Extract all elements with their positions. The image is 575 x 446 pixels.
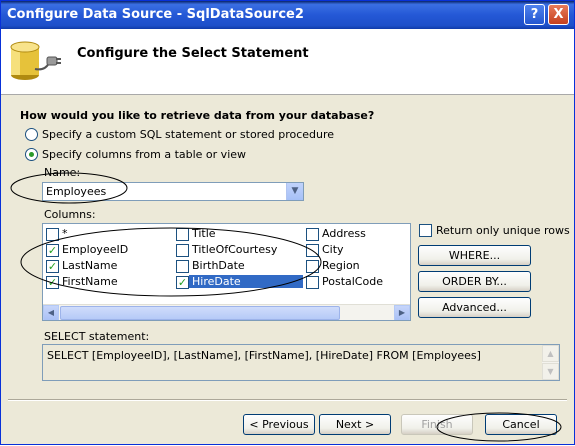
column-checkbox-address[interactable] xyxy=(306,228,319,241)
column-checkbox-titleofcourtesy[interactable] xyxy=(176,244,189,257)
table-columns-label[interactable]: Specify columns from a table or view xyxy=(42,148,246,161)
column-label[interactable]: TitleOfCourtesy xyxy=(192,243,277,256)
where-button[interactable]: WHERE... xyxy=(418,245,531,266)
unique-rows-checkbox[interactable] xyxy=(419,224,432,237)
column-checkbox-star[interactable] xyxy=(46,228,59,241)
scroll-thumb[interactable] xyxy=(60,306,340,320)
select-statement-box: SELECT [EmployeeID], [LastName], [FirstN… xyxy=(42,344,560,381)
column-label[interactable]: EmployeeID xyxy=(62,243,128,256)
columns-list[interactable]: * ✓ EmployeeID ✓ LastName ✓ FirstName Ti… xyxy=(42,223,411,321)
configure-data-source-dialog: Configure Data Source - SqlDataSource2 ?… xyxy=(0,0,575,445)
chevron-down-icon[interactable]: ▼ xyxy=(286,183,303,200)
cancel-button[interactable]: Cancel xyxy=(485,414,557,435)
scroll-left-icon[interactable]: ◀ xyxy=(43,305,59,320)
column-checkbox-hiredate[interactable]: ✓ xyxy=(176,276,189,289)
column-checkbox-firstname[interactable]: ✓ xyxy=(46,276,59,289)
column-label[interactable]: FirstName xyxy=(62,275,118,288)
column-checkbox-postalcode[interactable] xyxy=(306,276,319,289)
scroll-up-icon: ▲ xyxy=(542,345,559,362)
column-label[interactable]: Region xyxy=(322,259,360,272)
wizard-header: Configure the Select Statement xyxy=(1,29,574,95)
step-title: Configure the Select Statement xyxy=(77,46,309,61)
custom-sql-label[interactable]: Specify a custom SQL statement or stored… xyxy=(42,128,334,141)
order-by-button[interactable]: ORDER BY... xyxy=(418,271,531,292)
custom-sql-radio[interactable] xyxy=(25,128,38,141)
select-statement-text: SELECT [EmployeeID], [LastName], [FirstN… xyxy=(47,349,481,362)
column-label[interactable]: LastName xyxy=(62,259,117,272)
column-checkbox-birthdate[interactable] xyxy=(176,260,189,273)
title-bar[interactable]: Configure Data Source - SqlDataSource2 ?… xyxy=(1,1,574,29)
column-label[interactable]: PostalCode xyxy=(322,275,383,288)
next-button[interactable]: Next > xyxy=(319,414,391,435)
table-name-value: Employees xyxy=(46,185,107,198)
column-checkbox-employeeid[interactable]: ✓ xyxy=(46,244,59,257)
column-label[interactable]: BirthDate xyxy=(192,259,245,272)
table-columns-radio[interactable] xyxy=(25,148,38,161)
column-label[interactable]: City xyxy=(322,243,344,256)
scroll-down-icon: ▼ xyxy=(542,363,559,380)
column-label[interactable]: Address xyxy=(322,227,366,240)
advanced-button[interactable]: Advanced... xyxy=(418,297,531,318)
horizontal-scrollbar[interactable]: ◀ ▶ xyxy=(43,304,410,320)
close-button[interactable]: X xyxy=(548,4,569,25)
column-checkbox-lastname[interactable]: ✓ xyxy=(46,260,59,273)
vertical-scrollbar: ▲ ▼ xyxy=(542,345,559,380)
scroll-right-icon[interactable]: ▶ xyxy=(394,305,410,320)
help-button[interactable]: ? xyxy=(524,4,545,25)
columns-label: Columns: xyxy=(44,208,96,221)
column-checkbox-city[interactable] xyxy=(306,244,319,257)
column-label[interactable]: * xyxy=(62,227,68,240)
previous-button[interactable]: < Previous xyxy=(243,414,315,435)
select-statement-label: SELECT statement: xyxy=(44,330,150,343)
unique-rows-label[interactable]: Return only unique rows xyxy=(436,224,570,237)
finish-button: Finish xyxy=(401,414,473,435)
retrieve-question: How would you like to retrieve data from… xyxy=(20,109,375,122)
window-title: Configure Data Source - SqlDataSource2 xyxy=(7,7,304,22)
footer-divider xyxy=(8,399,567,401)
table-name-dropdown[interactable]: Employees ▼ xyxy=(42,182,304,201)
name-label: Name: xyxy=(44,166,81,179)
column-checkbox-title[interactable] xyxy=(176,228,189,241)
column-label[interactable]: Title xyxy=(192,227,216,240)
column-label-selected[interactable]: HireDate xyxy=(189,275,303,288)
database-icon xyxy=(10,41,61,80)
column-checkbox-region[interactable] xyxy=(306,260,319,273)
